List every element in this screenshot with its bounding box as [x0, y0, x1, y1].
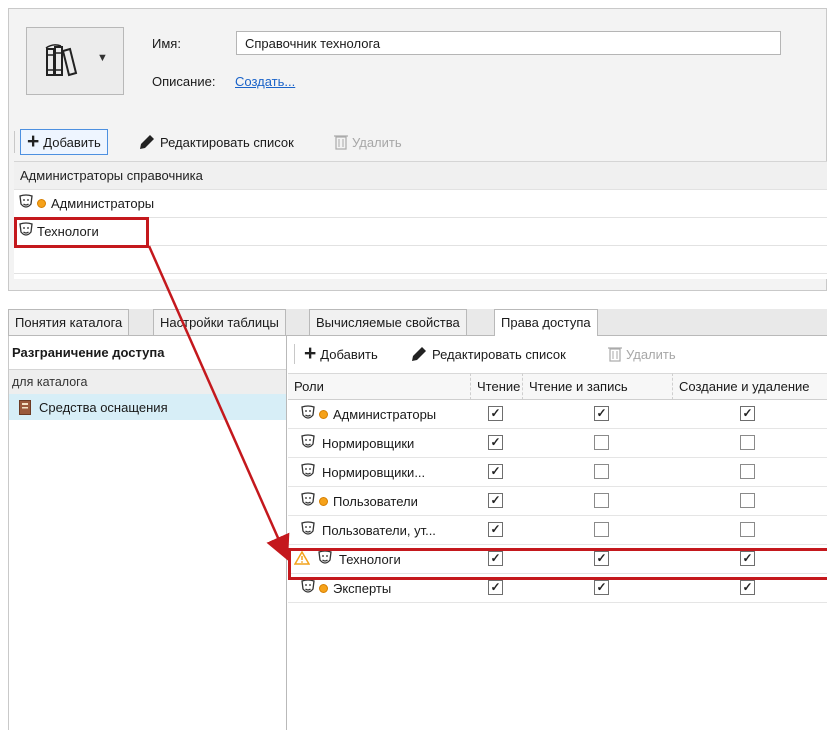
annotation-arrow	[147, 245, 290, 561]
